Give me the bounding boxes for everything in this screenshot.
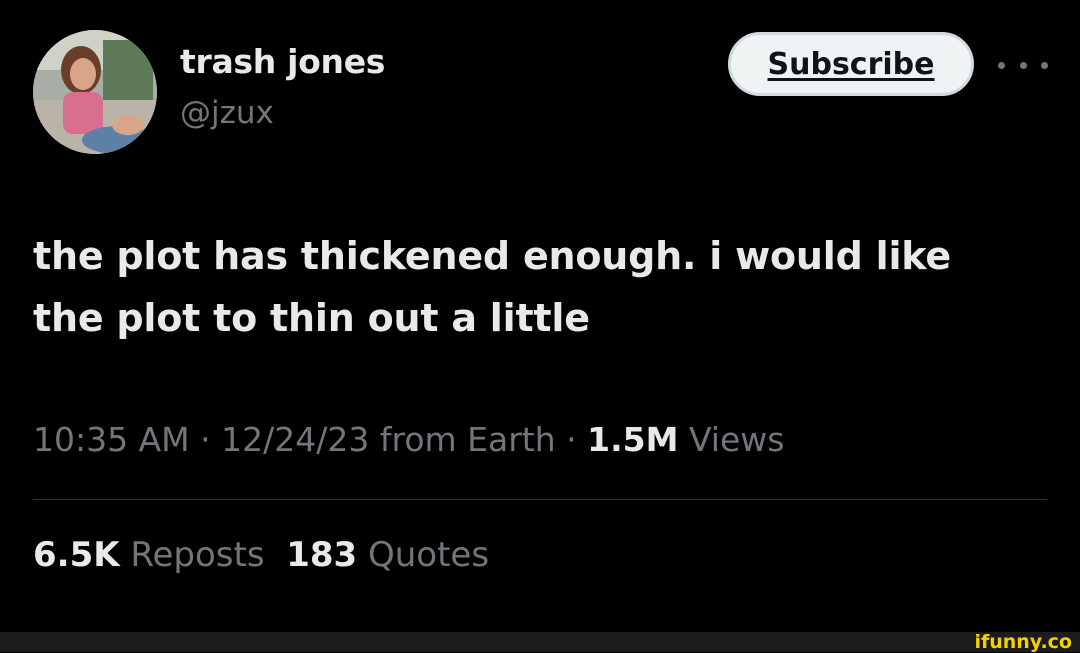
more-dot [1041,61,1048,69]
quotes-link[interactable]: 183 Quotes [286,535,489,575]
subscribe-button[interactable]: Subscribe [728,32,974,96]
ifunny-watermark: ifunny.co [974,631,1072,653]
more-dot [998,61,1005,69]
quotes-count: 183 [286,535,358,575]
tweet-meta: 10:35 AM · 12/24/23 from Earth · 1.5M Vi… [33,420,784,459]
author-name[interactable]: trash jones [180,42,385,81]
more-options-icon[interactable] [998,52,1048,78]
views-count: 1.5M [587,420,679,459]
tweet-text: the plot has thickened enough. i would l… [33,234,951,340]
quotes-label: Quotes [367,535,490,575]
views-label: Views [688,420,785,459]
meta-separator: · [566,420,577,459]
reposts-count: 6.5K [33,535,120,575]
tweet-time[interactable]: 10:35 AM [33,420,190,459]
tweet-date[interactable]: 12/24/23 [221,420,369,459]
meta-separator: · [200,420,211,459]
reposts-link[interactable]: 6.5K Reposts [33,535,265,575]
tweet-source: from Earth [379,420,556,459]
more-dot [1019,61,1027,69]
author-handle[interactable]: @jzux [180,95,274,131]
avatar-photo [33,30,157,154]
reposts-label: Reposts [130,535,265,575]
divider [33,499,1047,500]
tweet-stats: 6.5K Reposts 183 Quotes [33,535,489,575]
tweet-card: trash jones @jzux Subscribe the plot has… [0,0,1080,632]
avatar[interactable] [33,30,157,154]
footer-bar: ifunny.co [0,632,1080,652]
